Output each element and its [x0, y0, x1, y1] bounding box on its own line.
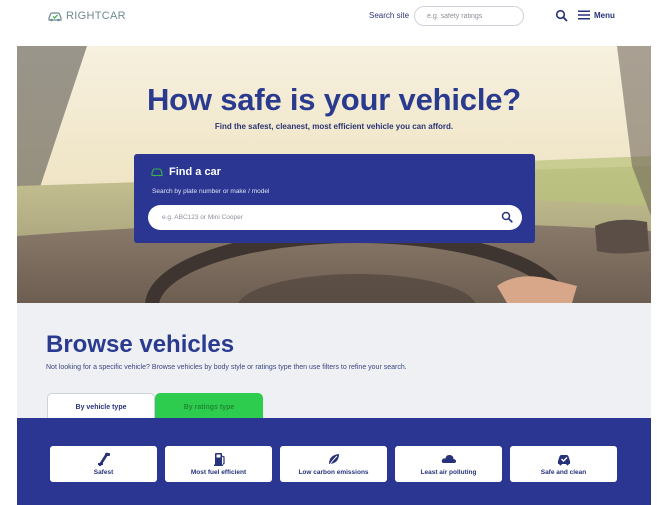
hero-subtitle: Find the safest, cleanest, most efficien… [214, 122, 454, 131]
find-card-heading: Find a car [151, 166, 221, 178]
find-card-hint: Search by plate number or make / model [152, 188, 270, 195]
rightcar-logo[interactable]: RIGHTCAR [47, 10, 126, 22]
search-site-label: Search site [369, 11, 410, 20]
fuel-pump-icon [213, 453, 225, 466]
category-least-air-polluting[interactable]: Least air polluting [395, 446, 502, 482]
tab-by-vehicle-type[interactable]: By vehicle type [47, 393, 155, 421]
menu-button[interactable]: Menu [578, 10, 615, 20]
search-icon[interactable] [555, 9, 568, 22]
search-icon[interactable] [501, 211, 513, 223]
car-logo-icon [48, 12, 62, 22]
car-badge-icon [557, 455, 570, 466]
leaf-icon [328, 454, 339, 465]
car-icon [151, 168, 163, 177]
category-safest[interactable]: Safest [50, 446, 157, 482]
hero-banner: How safe is your vehicle? Find the safes… [17, 46, 651, 303]
browse-title: Browse vehicles [46, 331, 235, 358]
category-safe-and-clean[interactable]: Safe and clean [510, 446, 617, 482]
site-header: RIGHTCAR Search site Menu [0, 0, 668, 36]
find-a-car-card: Find a car Search by plate number or mak… [134, 154, 535, 243]
category-label: Safe and clean [540, 469, 587, 476]
category-label: Most fuel efficient [190, 469, 247, 476]
tab-by-ratings-type[interactable]: By ratings type [155, 393, 263, 421]
browse-description: Not looking for a specific vehicle? Brow… [46, 364, 407, 371]
cloud-icon [441, 454, 456, 463]
ratings-category-panel: Safest Most fuel efficient Low carbon em… [17, 418, 651, 505]
site-search-input[interactable] [414, 6, 524, 26]
category-most-fuel-efficient[interactable]: Most fuel efficient [165, 446, 272, 482]
category-label: Least air polluting [420, 469, 477, 476]
category-low-carbon-emissions[interactable]: Low carbon emissions [280, 446, 387, 482]
menu-label: Menu [594, 10, 615, 20]
find-card-title: Find a car [169, 166, 221, 178]
logo-text: RIGHTCAR [66, 10, 126, 22]
category-label: Safest [93, 469, 114, 476]
seatbelt-icon [97, 452, 110, 466]
category-label: Low carbon emissions [298, 469, 369, 476]
plate-or-model-search-input[interactable] [148, 205, 522, 230]
hamburger-icon [578, 10, 590, 20]
browse-vehicles-section: Browse vehicles Not looking for a specif… [17, 303, 651, 505]
hero-title: How safe is your vehicle? [146, 82, 522, 117]
